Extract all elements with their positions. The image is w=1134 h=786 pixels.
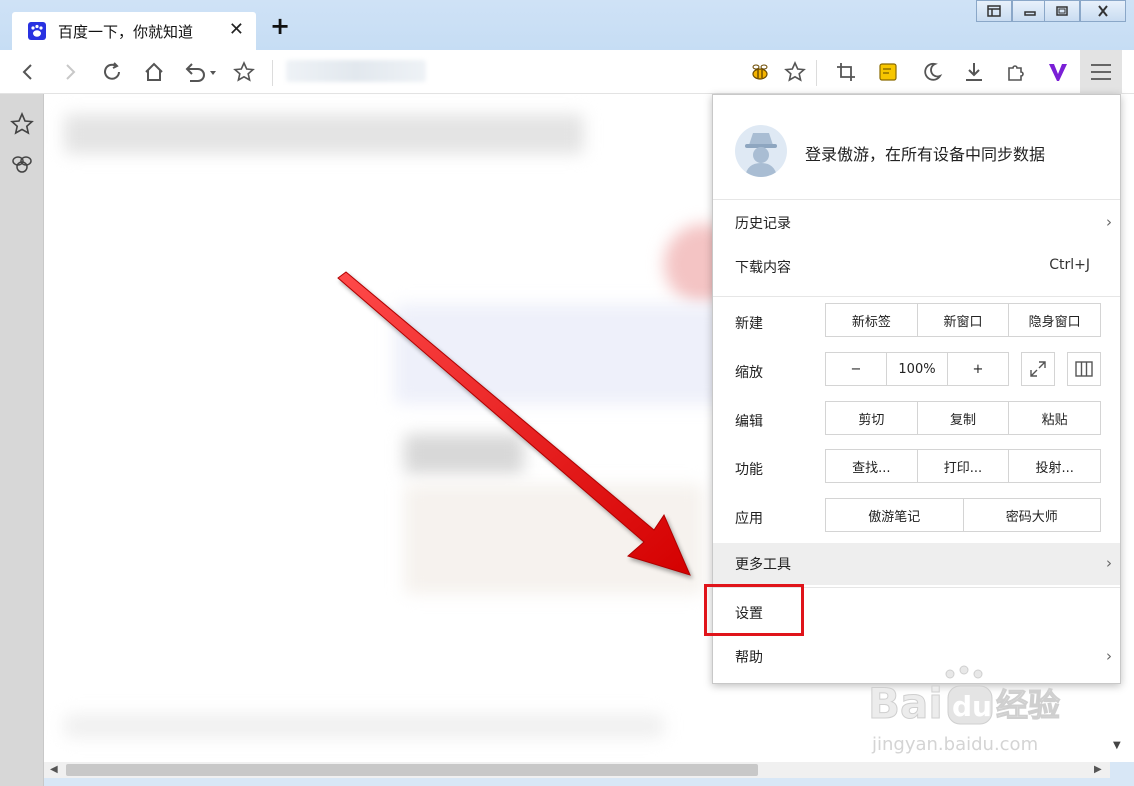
avatar[interactable]	[735, 125, 787, 177]
apps-button-group: 傲游笔记 密码大师	[825, 498, 1101, 532]
find-button[interactable]: 查找...	[826, 450, 918, 482]
cast-button[interactable]: 投射...	[1009, 450, 1100, 482]
menu-item-label: 下载内容	[735, 260, 791, 276]
zoom-row-label: 缩放	[735, 365, 763, 381]
menu-item-history[interactable]: 历史记录 ›	[713, 203, 1120, 243]
maxthon-notes-button[interactable]: 傲游笔记	[826, 499, 964, 531]
watermark-cn: 经验	[996, 686, 1060, 724]
fullscreen-icon	[1030, 361, 1046, 377]
divider	[713, 296, 1120, 297]
chevron-right-icon: ›	[1106, 213, 1112, 231]
user-incognito-icon	[745, 133, 777, 177]
zoom-out-button[interactable]: −	[826, 353, 887, 385]
watermark-brand-du: du	[952, 690, 992, 723]
menu-item-label: 帮助	[735, 650, 763, 666]
print-button[interactable]: 打印...	[918, 450, 1010, 482]
new-row-label: 新建	[735, 316, 763, 332]
watermark-url: jingyan.baidu.com	[871, 734, 1038, 755]
browser-window: 百度一下，你就知道 ✕ + ◀ ▶ ▼ 登录傲游，在所有设备中同步数据 历史记录…	[0, 0, 1134, 786]
menu-item-label: 更多工具	[735, 557, 791, 573]
menu-item-label: 历史记录	[735, 216, 791, 232]
chevron-right-icon: ›	[1106, 647, 1112, 665]
login-prompt[interactable]: 登录傲游，在所有设备中同步数据	[805, 141, 1045, 165]
edit-row-label: 编辑	[735, 414, 763, 430]
fullscreen-button[interactable]	[1021, 352, 1055, 386]
chevron-right-icon: ›	[1106, 554, 1112, 572]
incognito-window-button[interactable]: 隐身窗口	[1009, 304, 1100, 336]
new-window-button[interactable]: 新窗口	[918, 304, 1010, 336]
zoom-in-button[interactable]: +	[948, 353, 1008, 385]
baidu-jingyan-watermark: Bai du 经验 jingyan.baidu.com	[868, 663, 1061, 755]
features-row-label: 功能	[735, 462, 763, 478]
shortcut-label: Ctrl+J	[1049, 257, 1090, 273]
divider	[713, 199, 1120, 200]
menu-item-downloads[interactable]: 下载内容 Ctrl+J	[713, 247, 1120, 287]
edit-button-group: 剪切 复制 粘贴	[825, 401, 1101, 435]
columns-icon	[1075, 361, 1093, 377]
zoom-level: 100%	[887, 353, 948, 385]
copy-button[interactable]: 复制	[918, 402, 1010, 434]
watermark-brand: Bai	[868, 679, 943, 728]
split-view-button[interactable]	[1067, 352, 1101, 386]
apps-row-label: 应用	[735, 511, 763, 527]
settings-highlight-box	[704, 584, 804, 636]
paste-button[interactable]: 粘贴	[1009, 402, 1100, 434]
features-button-group: 查找... 打印... 投射...	[825, 449, 1101, 483]
zoom-button-group: − 100% +	[825, 352, 1009, 386]
cut-button[interactable]: 剪切	[826, 402, 918, 434]
new-button-group: 新标签 新窗口 隐身窗口	[825, 303, 1101, 337]
password-master-button[interactable]: 密码大师	[964, 499, 1101, 531]
new-tab-menu-button[interactable]: 新标签	[826, 304, 918, 336]
menu-item-more-tools[interactable]: 更多工具 ›	[713, 543, 1120, 585]
